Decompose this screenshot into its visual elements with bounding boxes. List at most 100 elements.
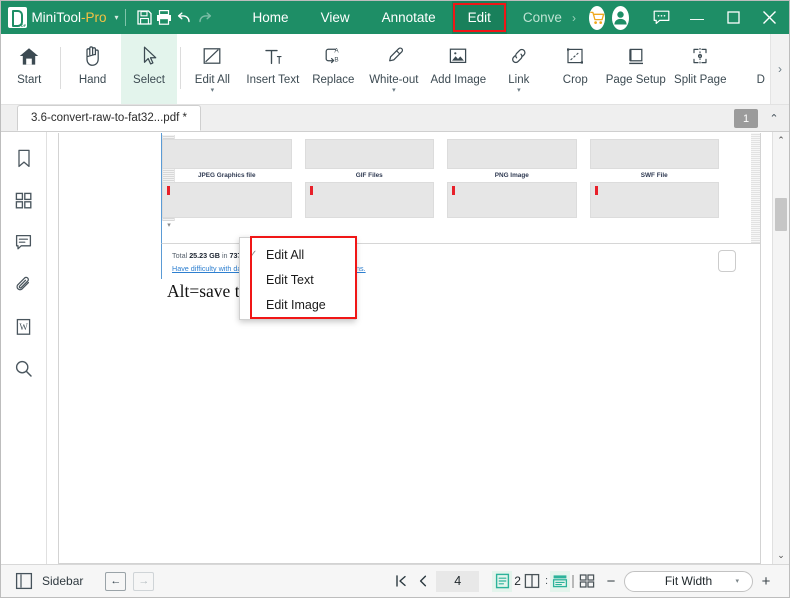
file-thumb-selected — [304, 182, 434, 218]
tool-insert-text[interactable]: Insert Text — [241, 34, 306, 104]
grid-page-icon[interactable] — [577, 571, 597, 592]
svg-text:A: A — [335, 47, 340, 54]
file-thumb — [162, 139, 292, 169]
comments-icon[interactable] — [9, 227, 39, 258]
tab-view[interactable]: View — [305, 1, 366, 34]
zoom-chevron-down-icon[interactable]: ▾ — [735, 577, 739, 585]
menu-item-edit-text[interactable]: Edit Text — [240, 267, 355, 292]
tool-add-image[interactable]: Add Image — [426, 34, 491, 104]
document-viewport[interactable]: ▾ JPEG Graphics file GIF Files PNG Image… — [47, 132, 772, 564]
tool-crop[interactable]: Crop — [547, 34, 603, 104]
ribbon-separator — [60, 47, 62, 89]
window-controls: — — [643, 1, 789, 34]
page-view-modes: 2 : — [492, 570, 598, 592]
tool-start-label: Start — [17, 74, 42, 86]
ribbon-toolbar: Start Hand Select Edit All ▾ Insert Text… — [1, 34, 789, 105]
tab-convert[interactable]: Conve — [507, 1, 566, 34]
tool-edit-all-label: Edit All — [194, 74, 230, 86]
menu-overflow-chevron-right-icon[interactable]: › — [566, 1, 582, 34]
prev-page-button[interactable] — [412, 570, 434, 592]
nav-back-button[interactable]: ← — [105, 571, 127, 591]
first-page-button[interactable] — [390, 570, 412, 592]
svg-text:W: W — [19, 322, 28, 332]
tool-hand[interactable]: Hand — [64, 34, 120, 104]
tool-start[interactable]: Start — [1, 34, 57, 104]
app-menu-chevron-down-icon[interactable]: ▾ — [114, 13, 118, 22]
add-image-icon — [447, 43, 469, 69]
cursor-icon — [140, 43, 159, 69]
tab-edit[interactable]: Edit — [451, 1, 507, 34]
tool-replace[interactable]: AB Replace — [305, 34, 361, 104]
nav-forward-button[interactable]: → — [133, 571, 155, 591]
tab-annotate[interactable]: Annotate — [366, 1, 452, 34]
tab-home[interactable]: Home — [237, 1, 305, 34]
menu-item-edit-image[interactable]: Edit Image — [240, 292, 355, 317]
link-chevron-down-icon[interactable]: ▾ — [517, 87, 521, 94]
single-page-icon[interactable] — [492, 570, 513, 592]
scroll-down-arrow-icon[interactable]: ⌄ — [773, 547, 790, 564]
titlebar-divider — [124, 9, 126, 26]
sidebar-toggle[interactable]: Sidebar — [15, 572, 83, 590]
thumbnails-icon[interactable] — [9, 185, 39, 216]
pdf-logo-icon — [8, 7, 28, 28]
tool-add-image-label: Add Image — [430, 74, 487, 86]
edit-all-chevron-down-icon[interactable]: ▾ — [211, 87, 215, 94]
tool-whiteout[interactable]: White-out ▾ — [362, 34, 427, 104]
main-menu-tabs: Home View Annotate Edit Conve › — [237, 1, 582, 34]
redo-icon[interactable] — [194, 1, 214, 34]
feedback-chat-icon[interactable] — [643, 1, 679, 34]
zoom-controls: − Fit Width ▾ + — [598, 568, 779, 594]
document-vertical-scrollbar[interactable]: ⌃ ⌄ — [772, 132, 789, 564]
tool-insert-text-label: Insert Text — [246, 74, 300, 86]
edit-mode-dropdown-menu[interactable]: ✓ Edit All Edit Text Edit Image — [239, 237, 356, 320]
embedded-right-scrollbar — [751, 133, 760, 243]
left-sidebar: W — [1, 132, 47, 564]
minimize-button[interactable]: — — [679, 1, 715, 34]
ribbon-scroll-right-chevron-icon[interactable]: › — [770, 34, 789, 104]
tool-split-page[interactable]: Split Page — [668, 34, 733, 104]
app-title-pro: -Pro — [80, 10, 107, 25]
two-page-icon[interactable] — [522, 571, 542, 592]
tool-select[interactable]: Select — [120, 34, 178, 104]
page-count-badge[interactable]: 1 — [734, 109, 758, 128]
zoom-out-button[interactable]: − — [598, 568, 624, 594]
bookmark-icon[interactable] — [9, 143, 39, 174]
file-thumb — [589, 139, 719, 169]
zoom-level-select[interactable]: Fit Width ▾ — [624, 570, 753, 592]
insert-text-icon — [262, 43, 284, 69]
crop-icon — [564, 43, 586, 69]
ribbon-separator-2 — [180, 47, 182, 89]
continuous-page-icon[interactable] — [550, 570, 570, 592]
file-type-label: PNG Image — [494, 172, 529, 179]
replace-icon: AB — [322, 43, 344, 69]
collapse-ribbon-chevron-up-icon[interactable]: ⌃ — [763, 108, 785, 129]
file-type-column: GIF Files — [304, 139, 434, 218]
title-bar: MiniTool-Pro ▾ Home View Annotate Edit C… — [1, 1, 789, 34]
save-icon[interactable] — [134, 1, 154, 34]
page-number-input[interactable]: 4 — [436, 570, 480, 592]
menu-item-edit-image-label: Edit Image — [266, 297, 326, 312]
search-icon[interactable] — [9, 353, 39, 384]
zoom-in-button[interactable]: + — [753, 568, 779, 594]
account-icon[interactable] — [612, 5, 630, 30]
undo-icon[interactable] — [174, 1, 194, 34]
tool-page-setup-label: Page Setup — [605, 74, 666, 86]
summary-total-size: 25.23 GB — [189, 251, 220, 260]
attachment-icon[interactable] — [9, 269, 39, 300]
maximize-button[interactable] — [715, 1, 751, 34]
tool-page-setup[interactable]: Page Setup — [604, 34, 669, 104]
whiteout-chevron-down-icon[interactable]: ▾ — [392, 87, 396, 94]
close-button[interactable] — [751, 1, 787, 34]
tool-edit-all[interactable]: Edit All ▾ — [184, 34, 240, 104]
tool-link[interactable]: Link ▾ — [491, 34, 547, 104]
menu-item-edit-all[interactable]: ✓ Edit All — [240, 242, 355, 267]
print-icon[interactable] — [154, 1, 174, 34]
view-mode-colon: : — [544, 575, 548, 587]
embedded-scroll-down-icon: ▾ — [167, 222, 171, 229]
scroll-up-arrow-icon[interactable]: ⌃ — [773, 132, 790, 149]
cart-icon[interactable] — [588, 5, 606, 30]
document-tab[interactable]: 3.6-convert-raw-to-fat32...pdf * — [17, 105, 201, 131]
svg-text:B: B — [335, 56, 339, 63]
word-layers-icon[interactable]: W — [9, 311, 39, 342]
scrollbar-thumb[interactable] — [775, 198, 787, 231]
